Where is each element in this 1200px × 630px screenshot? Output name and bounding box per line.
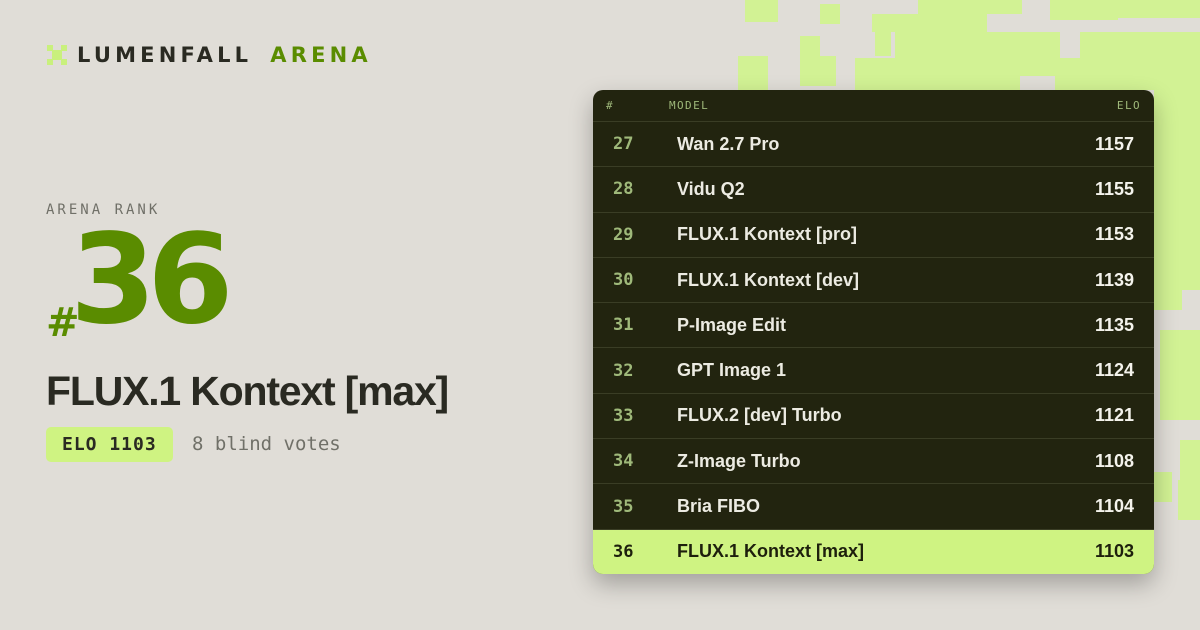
table-row[interactable]: 28 Vidu Q2 1155 [593, 167, 1154, 213]
table-row[interactable]: 30 FLUX.1 Kontext [dev] 1139 [593, 258, 1154, 304]
row-model: GPT Image 1 [677, 360, 787, 381]
row-model: FLUX.1 Kontext [max] [677, 541, 865, 562]
row-rank: 36 [613, 541, 634, 562]
table-row[interactable]: 34 Z-Image Turbo 1108 [593, 439, 1154, 485]
pixel-block [1055, 76, 1200, 90]
row-rank: 33 [613, 405, 634, 426]
brand-accent: ARENA [270, 43, 372, 67]
row-model: P-Image Edit [677, 314, 787, 335]
table-row[interactable]: 35 Bria FIBO 1104 [593, 484, 1154, 530]
vote-count: 8 blind votes [192, 433, 341, 455]
model-title: FLUX.1 Kontext [max] [46, 368, 449, 414]
row-model: Wan 2.7 Pro [677, 133, 780, 154]
row-model: FLUX.1 Kontext [pro] [677, 224, 857, 245]
rank-number: 36 [70, 208, 234, 352]
pixel-x-icon [47, 45, 67, 65]
row-elo: 1135 [1094, 314, 1134, 335]
pixel-block [1154, 290, 1182, 310]
pixel-block [1154, 90, 1200, 290]
pixel-block [872, 14, 987, 32]
pixel-block [1020, 58, 1200, 76]
row-elo: 1157 [1094, 133, 1134, 154]
row-rank: 34 [613, 451, 634, 472]
row-rank: 27 [613, 134, 634, 155]
leaderboard-table: # MODEL ELO 27 Wan 2.7 Pro 1157 28 Vidu Q2 1… [593, 90, 1154, 574]
table-row[interactable]: 33 FLUX.2 [dev] Turbo 1121 [593, 394, 1154, 440]
table-row-current[interactable]: 36 FLUX.1 Kontext [max] 1103 [593, 529, 1154, 574]
pixel-block [800, 36, 820, 56]
pixel-block [1110, 0, 1200, 18]
table-row[interactable]: 29 FLUX.1 Kontext [pro] 1153 [593, 213, 1154, 258]
table-row[interactable]: 27 Wan 2.7 Pro 1157 [593, 122, 1154, 168]
header-rank: # [606, 99, 615, 112]
pixel-block [800, 56, 836, 86]
row-elo: 1155 [1094, 178, 1134, 199]
pixel-block [855, 58, 1020, 90]
pixel-block [738, 56, 768, 90]
row-model: Bria FIBO [677, 496, 761, 517]
header-elo: ELO [1116, 99, 1141, 112]
pixel-block [820, 4, 840, 24]
brand-name: LUMENFALL [77, 43, 253, 67]
row-model: FLUX.2 [dev] Turbo [677, 405, 842, 426]
brand-logo[interactable]: LUMENFALL ARENA [47, 42, 372, 68]
pixel-block [895, 32, 1060, 58]
table-header: # MODEL ELO [593, 90, 1154, 122]
row-rank: 28 [613, 179, 634, 200]
pixel-block [1080, 32, 1200, 58]
row-model: Z-Image Turbo [677, 450, 801, 471]
row-elo: 1104 [1094, 496, 1134, 517]
pixel-block [918, 0, 958, 14]
row-elo: 1108 [1094, 450, 1134, 471]
pixel-block [745, 0, 778, 22]
pixel-block [1154, 472, 1172, 502]
row-elo: 1153 [1094, 224, 1134, 245]
row-elo: 1121 [1094, 405, 1134, 426]
pixel-block [875, 32, 891, 56]
row-model: Vidu Q2 [677, 178, 745, 199]
row-elo: 1139 [1094, 269, 1134, 290]
row-rank: 32 [613, 360, 634, 381]
pixel-block [1180, 440, 1200, 480]
header-model: MODEL [669, 99, 710, 112]
row-rank: 31 [613, 315, 634, 336]
pixel-block [1178, 480, 1200, 520]
pixel-block [958, 0, 1022, 14]
row-rank: 29 [613, 224, 634, 245]
pixel-block [1050, 0, 1118, 20]
row-elo: 1124 [1094, 360, 1134, 381]
table-row[interactable]: 31 P-Image Edit 1135 [593, 303, 1154, 349]
row-rank: 35 [613, 496, 634, 517]
row-elo: 1103 [1094, 541, 1134, 562]
table-row[interactable]: 32 GPT Image 1 1124 [593, 348, 1154, 394]
row-model: FLUX.1 Kontext [dev] [677, 269, 860, 290]
row-rank: 30 [613, 270, 634, 291]
elo-badge: ELO 1103 [46, 427, 173, 462]
pixel-block [1160, 330, 1200, 420]
